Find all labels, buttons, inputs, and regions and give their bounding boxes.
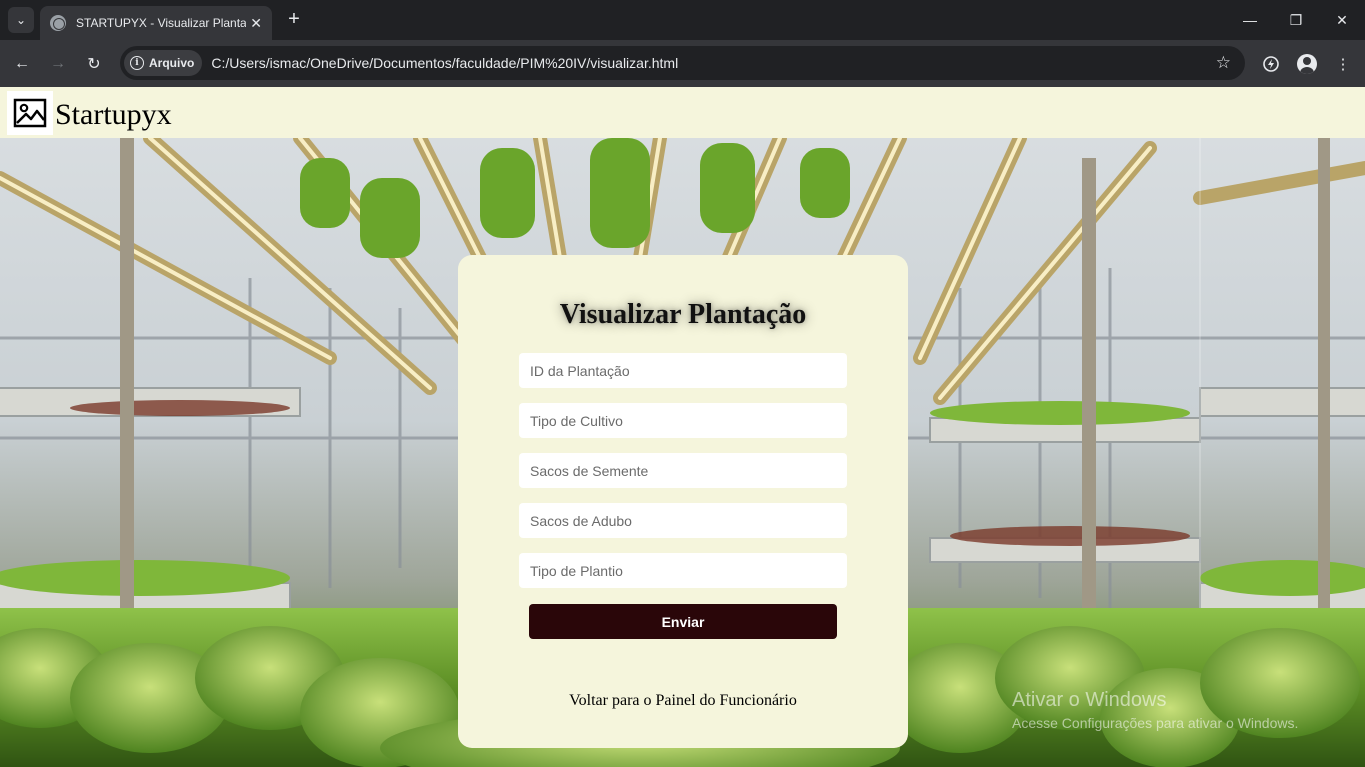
sacos-adubo-input[interactable] [519, 503, 847, 538]
tipo-cultivo-input[interactable] [519, 403, 847, 438]
extension-icon[interactable] [1258, 51, 1284, 77]
tab-search-icon[interactable]: ⌄ [8, 7, 34, 33]
enviar-button[interactable]: Enviar [529, 604, 837, 639]
star-icon[interactable]: ☆ [1216, 53, 1231, 73]
profile-icon[interactable] [1294, 51, 1320, 77]
address-bar[interactable]: i Arquivo C:/Users/ismac/OneDrive/Docume… [120, 46, 1245, 80]
restore-button[interactable]: ❐ [1273, 0, 1319, 40]
more-icon[interactable]: ⋮ [1330, 51, 1356, 77]
image-icon [7, 90, 53, 135]
forward-button[interactable]: → [45, 51, 71, 77]
tipo-plantio-input[interactable] [519, 553, 847, 588]
windows-activation-watermark: Ativar o Windows Acesse Configurações pa… [1012, 689, 1298, 731]
close-window-button[interactable]: ✕ [1319, 0, 1365, 40]
tab-title: STARTUPYX - Visualizar Plantação [76, 16, 246, 30]
watermark-title: Ativar o Windows [1012, 689, 1167, 711]
security-chip-label: Arquivo [149, 56, 195, 70]
new-tab-button[interactable]: + [282, 8, 306, 32]
site-info-chip[interactable]: i Arquivo [124, 50, 203, 76]
tab-close-icon[interactable]: ✕ [250, 15, 262, 32]
form-title: Visualizar Plantação [559, 299, 807, 330]
page: Startupyx Visualizar Plantação ID da Pla… [0, 87, 1365, 767]
sacos-semente-input[interactable] [519, 453, 847, 488]
watermark-subtitle: Acesse Configurações para ativar o Windo… [1012, 715, 1299, 731]
info-icon: i [130, 56, 144, 70]
reload-button[interactable]: ↻ [81, 51, 107, 77]
browser-tab[interactable]: STARTUPYX - Visualizar Plantação ✕ [40, 6, 272, 40]
url-text[interactable]: C:/Users/ismac/OneDrive/Documentos/facul… [211, 55, 678, 71]
browser-toolbar: ← → ↻ i Arquivo C:/Users/ismac/OneDrive/… [0, 40, 1365, 87]
visualizar-form-card: Visualizar Plantação Enviar Voltar para … [458, 255, 908, 748]
id-plantacao-input[interactable] [519, 353, 847, 388]
brand-name[interactable]: Startupyx [55, 98, 172, 132]
back-to-panel-link[interactable]: Voltar para o Painel do Funcionário [458, 692, 908, 710]
browser-tabstrip: ⌄ STARTUPYX - Visualizar Plantação ✕ + —… [0, 0, 1365, 40]
minimize-button[interactable]: — [1227, 0, 1273, 40]
site-header: Startupyx [0, 87, 1365, 138]
back-button[interactable]: ← [9, 51, 35, 77]
globe-icon [50, 15, 66, 31]
